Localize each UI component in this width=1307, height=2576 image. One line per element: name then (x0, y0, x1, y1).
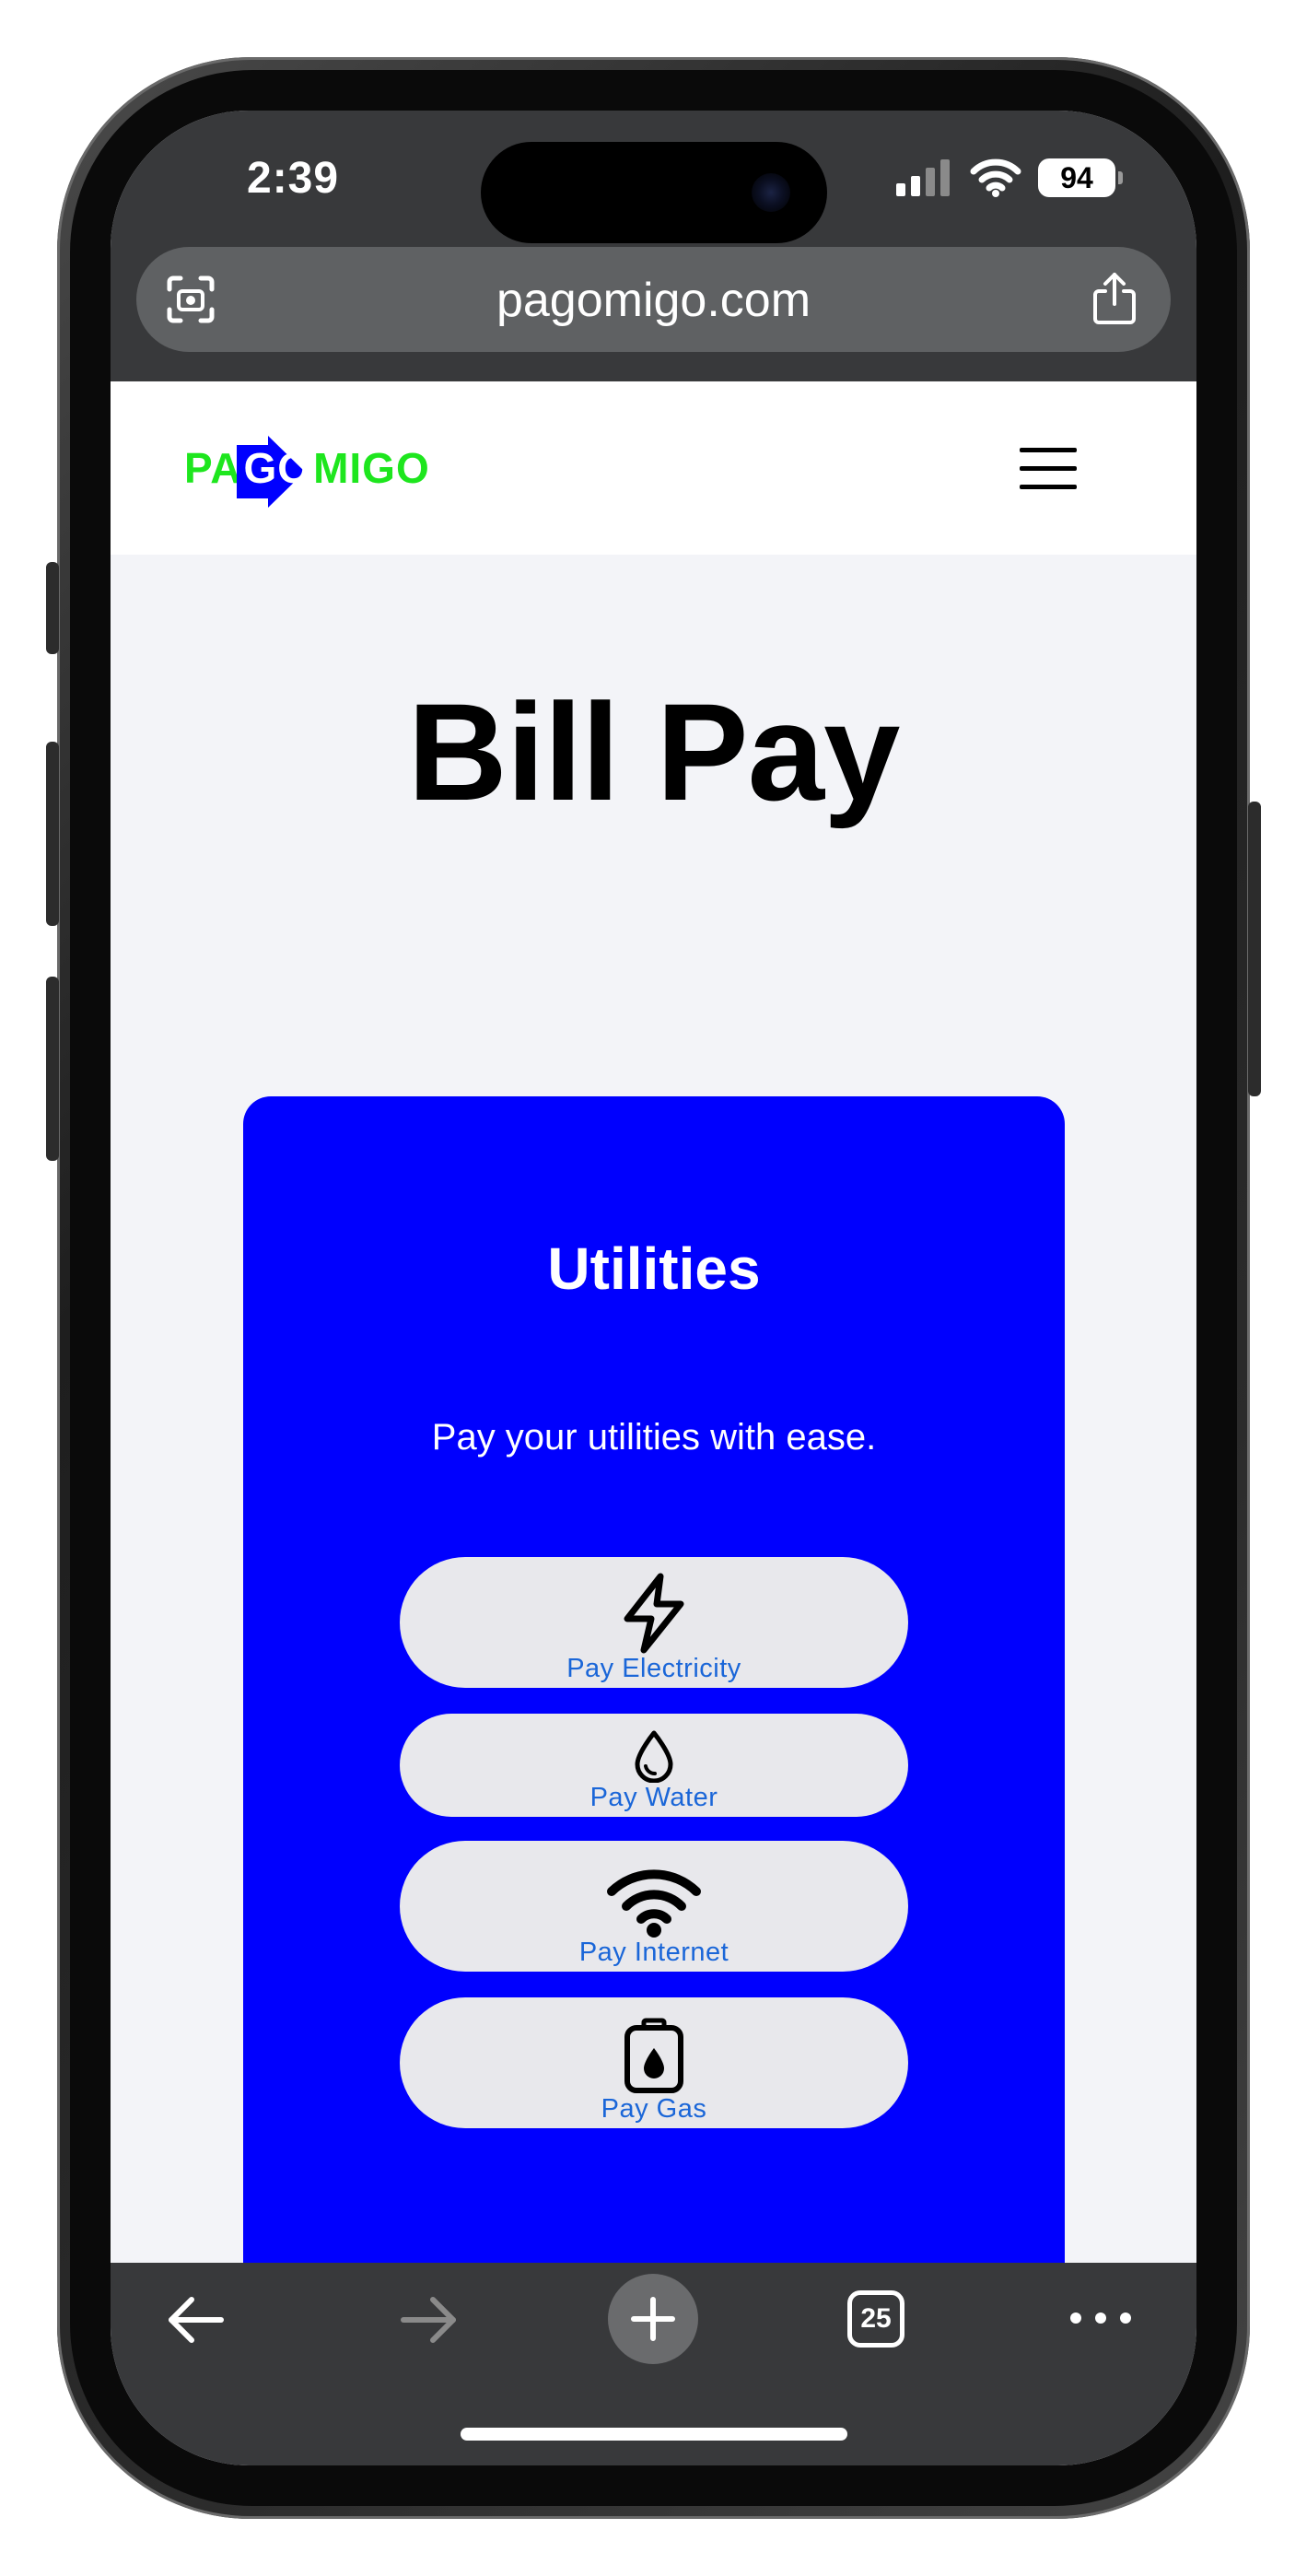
page-title: Bill Pay (407, 674, 901, 829)
plus-icon (631, 2297, 675, 2341)
hamburger-menu-icon[interactable] (1020, 448, 1077, 490)
new-tab-button[interactable] (608, 2274, 698, 2364)
pay-gas-button[interactable]: Pay Gas (400, 1997, 908, 2128)
gas-canister-icon (624, 2018, 683, 2093)
pay-gas-label: Pay Gas (601, 2094, 707, 2124)
battery-level: 94 (1060, 160, 1093, 194)
wifi-icon (970, 158, 1021, 197)
battery-icon: 94 (1038, 158, 1123, 197)
url-text[interactable]: pagomigo.com (136, 273, 1171, 328)
logo-text-left: PA (184, 444, 242, 492)
lightning-icon (624, 1573, 684, 1654)
card-title: Utilities (547, 1235, 761, 1302)
site-logo[interactable]: PA GO MIGO (184, 429, 430, 508)
status-icons: 94 (896, 158, 1123, 197)
arrow-left-icon[interactable] (162, 2292, 228, 2348)
pay-internet-button[interactable]: Pay Internet (400, 1841, 908, 1972)
water-drop-icon (635, 1730, 673, 1783)
address-bar[interactable]: pagomigo.com (136, 247, 1171, 352)
front-camera (752, 173, 790, 212)
power-button (1248, 802, 1261, 1096)
wifi-icon (607, 1869, 701, 1938)
phone-screen: 2:39 94 pagomigo.com PA GO MIGO Bill Pay… (111, 111, 1196, 2465)
tab-switcher-button[interactable]: 25 (847, 2290, 904, 2348)
action-button (46, 562, 59, 654)
site-header: PA GO MIGO (111, 381, 1196, 555)
browser-top-chrome: 2:39 94 pagomigo.com (111, 111, 1196, 381)
pay-internet-label: Pay Internet (578, 1938, 729, 1967)
utilities-card: Utilities Pay your utilities with ease. … (243, 1096, 1065, 2386)
card-subtitle: Pay your utilities with ease. (431, 1417, 877, 1458)
arrow-right-icon[interactable] (396, 2292, 462, 2348)
signal-icon (896, 159, 950, 196)
tab-count: 25 (860, 2303, 892, 2334)
pay-water-button[interactable]: Pay Water (400, 1714, 908, 1817)
logo-text-middle: GO (243, 444, 312, 492)
logo-text-right: MIGO (313, 444, 430, 492)
status-time: 2:39 (247, 154, 340, 203)
more-dots-icon[interactable] (1068, 2309, 1133, 2327)
volume-up-button (46, 742, 59, 926)
pay-electricity-button[interactable]: Pay Electricity (400, 1557, 908, 1688)
share-icon[interactable] (1090, 269, 1139, 328)
home-indicator[interactable] (461, 2428, 847, 2441)
dynamic-island (481, 142, 827, 243)
logo-arrow-mark: GO (236, 436, 314, 508)
volume-down-button (46, 977, 59, 1161)
pay-electricity-label: Pay Electricity (566, 1654, 741, 1683)
pay-water-label: Pay Water (589, 1783, 718, 1812)
